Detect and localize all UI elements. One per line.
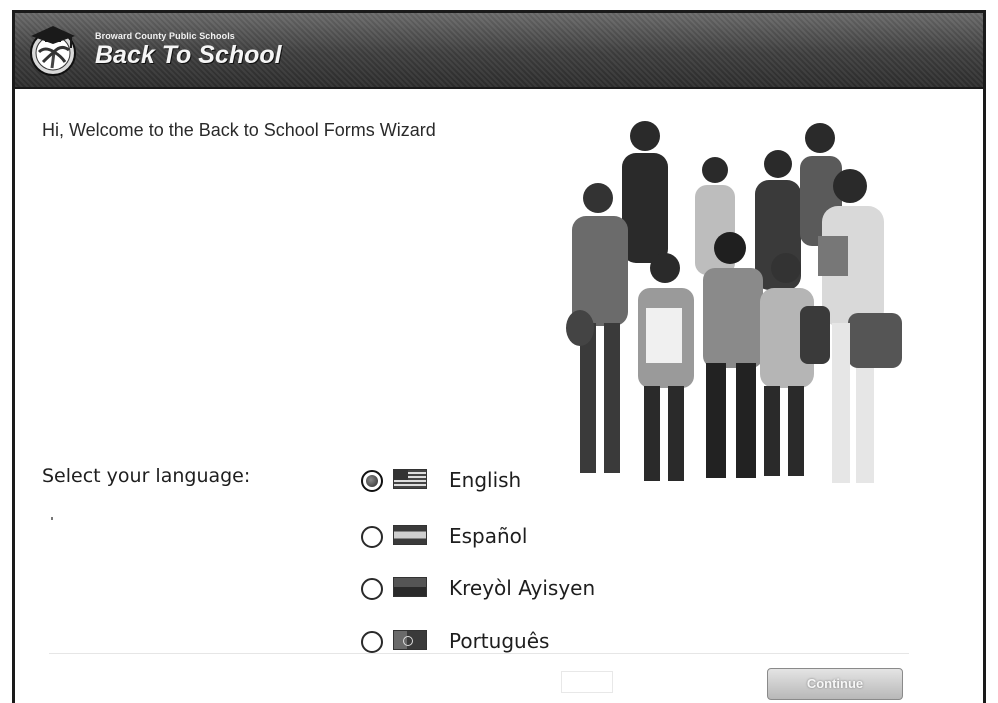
language-label-haitian-creole: Kreyòl Ayisyen [449,576,596,600]
radio-english[interactable] [361,470,383,492]
language-option-english[interactable]: English [361,466,661,498]
language-label-portuguese: Português [449,629,550,653]
stray-mark [51,517,53,520]
language-label-spanish: Español [449,524,528,548]
org-name: Broward County Public Schools [95,31,235,41]
language-option-haitian-creole[interactable]: Kreyòl Ayisyen [361,574,661,606]
wizard-window: Broward County Public Schools Back To Sc… [12,10,986,703]
language-prompt: Select your language: [42,465,251,487]
footer-divider [49,653,909,654]
language-option-portuguese[interactable]: Português [361,627,661,659]
radio-haitian-creole[interactable] [361,578,383,600]
header-bar: Broward County Public Schools Back To Sc… [15,13,983,89]
continue-button[interactable]: Continue [767,668,903,700]
spanish-flag-icon [393,525,427,545]
us-flag-icon [393,469,427,489]
radio-portuguese[interactable] [361,631,383,653]
blank-field [561,671,613,693]
language-label-english: English [449,468,522,492]
radio-spanish[interactable] [361,526,383,548]
graduation-cap-palm-icon [30,26,76,76]
haiti-flag-icon [393,577,427,597]
students-group-photo [566,121,902,483]
app-title: Back To School [95,41,282,69]
language-option-spanish[interactable]: Español [361,522,661,554]
welcome-message: Hi, Welcome to the Back to School Forms … [42,120,436,140]
portugal-flag-icon [393,630,427,650]
